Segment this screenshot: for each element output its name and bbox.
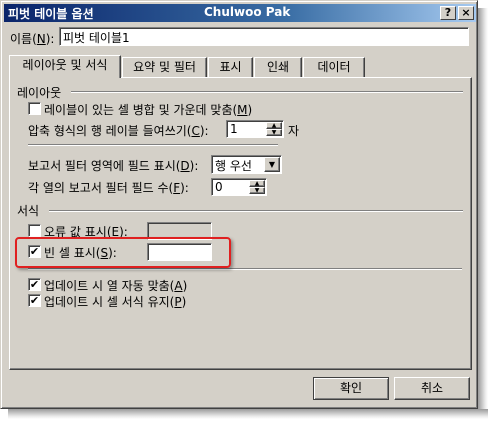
preserve-format-checkbox[interactable]: ✔ bbox=[28, 294, 41, 307]
name-input-value: 피벗 테이블1 bbox=[63, 31, 130, 45]
help-button[interactable]: ? bbox=[440, 6, 456, 20]
filter-area-select[interactable]: 행 우선 ▼ bbox=[211, 155, 282, 174]
name-label: 이름(N): bbox=[10, 32, 55, 46]
filter-area-label: 보고서 필터 영역에 필드 표시(D): bbox=[28, 159, 199, 173]
indent-spin-buttons[interactable]: ▲ ▼ bbox=[266, 122, 282, 137]
indent-spinner[interactable]: 1 ▲ ▼ bbox=[226, 120, 284, 138]
error-value-checkbox[interactable] bbox=[28, 224, 41, 237]
tab-display[interactable]: 표시 bbox=[208, 57, 253, 77]
filter-count-label: 각 열의 보고서 필터 필드 수(F): bbox=[28, 181, 189, 195]
tab-layout-format[interactable]: 레이아웃 및 서식 bbox=[9, 55, 121, 78]
layout-subdivider bbox=[28, 144, 278, 146]
autofit-checkbox[interactable]: ✔ bbox=[28, 278, 41, 291]
merge-center-checkbox[interactable] bbox=[28, 102, 41, 115]
window-shadow-bottom bbox=[8, 409, 488, 419]
close-button[interactable]: × bbox=[458, 6, 474, 20]
autofit-label: 업데이트 시 열 자동 맞춤(A) bbox=[44, 279, 188, 293]
layout-divider bbox=[71, 91, 463, 93]
spin-up-icon[interactable]: ▲ bbox=[266, 122, 282, 129]
title-bar[interactable]: 피벗 테이블 옵션 Chulwoo Pak ? × bbox=[4, 4, 476, 22]
spin-down-icon[interactable]: ▼ bbox=[249, 187, 265, 194]
preserve-format-label: 업데이트 시 셀 서식 유지(P) bbox=[44, 295, 187, 309]
name-input[interactable]: 피벗 테이블1 bbox=[59, 27, 469, 46]
highlight-box bbox=[15, 237, 231, 268]
cancel-button[interactable]: 취소 bbox=[394, 377, 470, 400]
merge-center-label: 레이블이 있는 셀 병합 및 가운데 맞춤(M) bbox=[44, 103, 253, 117]
indent-value: 1 bbox=[230, 122, 238, 136]
indent-label: 압축 형식의 행 레이블 들여쓰기(C): bbox=[28, 124, 209, 138]
filter-count-value: 0 bbox=[215, 180, 223, 194]
indent-unit: 자 bbox=[288, 124, 300, 138]
filter-area-value: 행 우선 bbox=[215, 159, 252, 173]
spin-down-icon[interactable]: ▼ bbox=[266, 129, 282, 136]
chevron-down-icon[interactable]: ▼ bbox=[264, 157, 280, 172]
window-shadow-right bbox=[478, 8, 488, 414]
format-divider bbox=[49, 210, 463, 212]
title-caption: Chulwoo Pak bbox=[204, 5, 291, 19]
pivot-options-dialog: 피벗 테이블 옵션 Chulwoo Pak ? × 이름(N): 피벗 테이블1… bbox=[0, 0, 478, 409]
tab-summary-filter[interactable]: 요약 및 필터 bbox=[122, 57, 207, 77]
tab-data[interactable]: 데이터 bbox=[303, 57, 365, 77]
spin-up-icon[interactable]: ▲ bbox=[249, 180, 265, 187]
filter-count-spin-buttons[interactable]: ▲ ▼ bbox=[249, 180, 265, 195]
dialog-title: 피벗 테이블 옵션 bbox=[8, 7, 94, 21]
tab-print[interactable]: 인쇄 bbox=[254, 57, 302, 77]
ok-button[interactable]: 확인 bbox=[313, 377, 389, 400]
layout-heading: 레이아웃 bbox=[17, 86, 62, 100]
format-subdivider bbox=[28, 268, 462, 270]
format-heading: 서식 bbox=[17, 204, 40, 218]
filter-count-spinner[interactable]: 0 ▲ ▼ bbox=[211, 178, 267, 196]
